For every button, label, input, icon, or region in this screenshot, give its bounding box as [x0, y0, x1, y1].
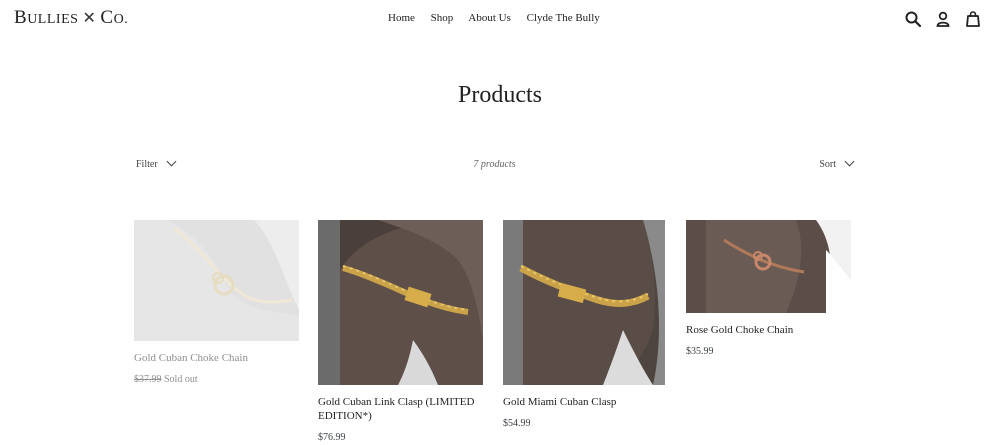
product-card[interactable]: Rose Gold Choke Chain $35.99 [686, 220, 851, 357]
product-card[interactable]: Gold Cuban Link Clasp (LIMITED EDITION*)… [318, 220, 483, 443]
product-card[interactable]: Gold Miami Cuban Clasp $54.99 [503, 220, 665, 429]
product-photo [134, 220, 299, 341]
product-name[interactable]: Gold Miami Cuban Clasp [503, 395, 665, 409]
logo-crossed-bones-icon: ✕ [82, 10, 97, 27]
product-photo [686, 220, 851, 313]
logo-ullies: ULLIES [27, 12, 79, 27]
logo-letter-c: C [100, 7, 114, 28]
site-logo[interactable]: BULLIES ✕ CO. [14, 7, 128, 29]
logo-letter-b: B [14, 7, 28, 28]
product-price: $37.99 [134, 374, 162, 385]
product-count: 7 products [473, 159, 516, 170]
main-nav: Home Shop About Us Clyde The Bully [388, 12, 613, 24]
product-name[interactable]: Gold Cuban Choke Chain [134, 351, 299, 365]
nav-about-us[interactable]: About Us [468, 12, 510, 24]
product-card[interactable]: Gold Cuban Choke Chain $37.99 Sold out [134, 220, 299, 385]
sort-dropdown[interactable]: Sort [819, 156, 855, 170]
sort-label: Sort [819, 159, 836, 170]
logo-o: O. [113, 12, 129, 27]
account-icon[interactable] [934, 10, 952, 28]
cart-icon[interactable] [964, 10, 982, 28]
product-photo [503, 220, 665, 385]
product-image[interactable] [686, 220, 851, 313]
product-photo [318, 220, 483, 385]
product-price: $76.99 [318, 432, 346, 443]
collection-toolbar: Filter 7 products Sort [136, 156, 855, 175]
product-image[interactable] [503, 220, 665, 385]
page-title: Products [458, 82, 542, 108]
nav-clyde-the-bully[interactable]: Clyde The Bully [527, 12, 600, 24]
nav-home[interactable]: Home [388, 12, 415, 24]
search-icon[interactable] [904, 10, 922, 28]
product-price-line: $37.99 Sold out [134, 374, 299, 385]
product-price: $35.99 [686, 346, 714, 357]
product-price: $54.99 [503, 418, 531, 429]
nav-shop[interactable]: Shop [431, 12, 454, 24]
product-name[interactable]: Rose Gold Choke Chain [686, 323, 851, 337]
product-name[interactable]: Gold Cuban Link Clasp (LIMITED EDITION*) [318, 395, 483, 423]
product-image[interactable] [318, 220, 483, 385]
sold-out-badge: Sold out [164, 374, 198, 385]
product-image[interactable] [134, 220, 299, 341]
chevron-down-icon [844, 156, 855, 167]
site-header: BULLIES ✕ CO. Home Shop About Us Clyde The… [0, 0, 1000, 40]
